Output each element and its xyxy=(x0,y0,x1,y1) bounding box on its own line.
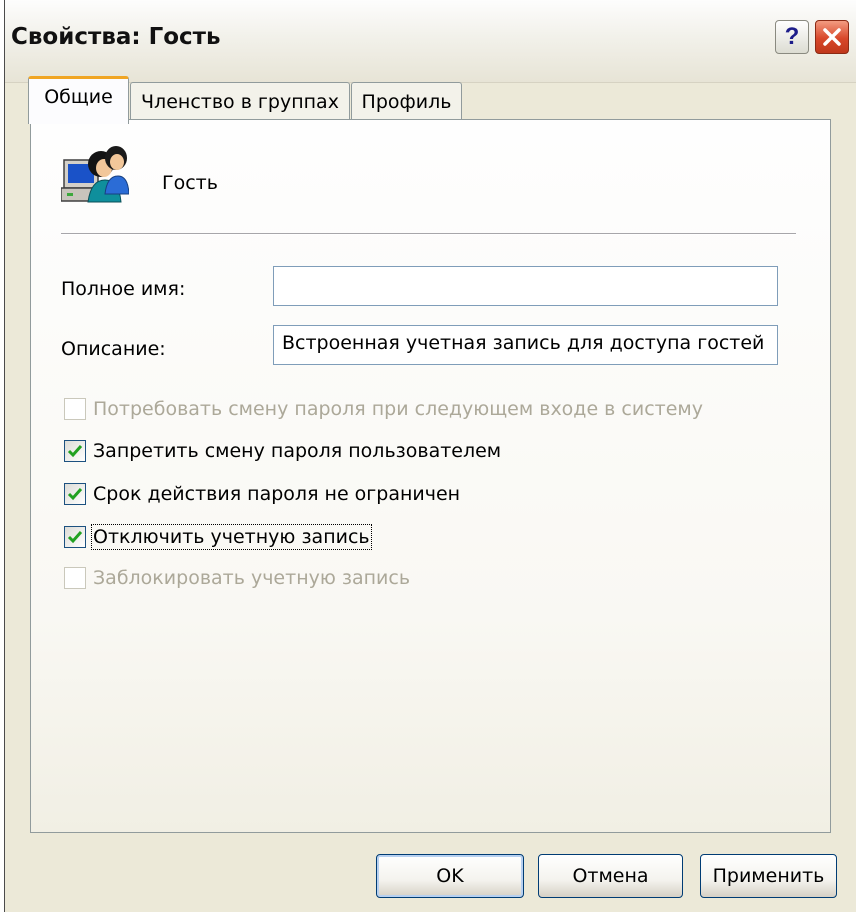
tab-profile[interactable]: Профиль xyxy=(351,82,462,120)
checkbox-label: Заблокировать учетную запись xyxy=(93,567,411,589)
check-icon xyxy=(67,445,83,458)
help-icon: ? xyxy=(784,23,800,50)
checkbox-password-never-expires[interactable]: Срок действия пароля не ограничен xyxy=(64,480,460,508)
checkbox-label: Запретить смену пароля пользователем xyxy=(93,440,502,462)
checkbox[interactable] xyxy=(64,440,86,462)
tab-general[interactable]: Общие xyxy=(28,76,129,124)
tab-label: Профиль xyxy=(361,90,452,113)
divider xyxy=(61,233,796,235)
tab-label: Членство в группах xyxy=(141,90,339,113)
help-button[interactable]: ? xyxy=(775,20,809,54)
close-icon xyxy=(823,28,841,46)
checkbox[interactable] xyxy=(64,567,86,589)
checkbox-label: Потребовать смену пароля при следующем в… xyxy=(93,398,703,420)
properties-dialog: Свойства: Гость ? Общие Членство в групп… xyxy=(4,0,856,912)
general-tab-panel: Гость Полное имя: Описание: Встроенная у… xyxy=(30,119,831,833)
cancel-button[interactable]: Отмена xyxy=(538,854,683,898)
checkbox-lock-account[interactable]: Заблокировать учетную запись xyxy=(64,564,410,592)
description-label: Описание: xyxy=(61,338,166,360)
close-button[interactable] xyxy=(815,20,849,54)
tab-group-membership[interactable]: Членство в группах xyxy=(130,82,350,120)
title-bar[interactable]: Свойства: Гость ? xyxy=(5,0,856,83)
checkbox-require-password-change[interactable]: Потребовать смену пароля при следующем в… xyxy=(64,395,703,423)
description-field[interactable]: Встроенная учетная запись для доступа го… xyxy=(273,325,778,365)
tab-label: Общие xyxy=(44,86,113,108)
check-icon xyxy=(67,488,83,501)
checkbox[interactable] xyxy=(64,398,86,420)
full-name-label: Полное имя: xyxy=(61,278,186,300)
checkbox-label: Срок действия пароля не ограничен xyxy=(93,483,461,505)
user-name: Гость xyxy=(162,172,218,194)
checkbox-label: Отключить учетную запись xyxy=(91,524,372,550)
checkbox[interactable] xyxy=(64,526,86,548)
window-title: Свойства: Гость xyxy=(11,24,221,50)
checkbox-disable-account[interactable]: Отключить учетную запись xyxy=(64,523,372,551)
full-name-field[interactable] xyxy=(273,266,778,306)
ok-button[interactable]: OK xyxy=(376,854,524,898)
checkbox[interactable] xyxy=(64,483,86,505)
checkbox-prevent-password-change[interactable]: Запретить смену пароля пользователем xyxy=(64,437,501,465)
check-icon xyxy=(67,531,83,544)
apply-button[interactable]: Применить xyxy=(700,854,837,898)
users-computer-icon xyxy=(61,146,129,203)
